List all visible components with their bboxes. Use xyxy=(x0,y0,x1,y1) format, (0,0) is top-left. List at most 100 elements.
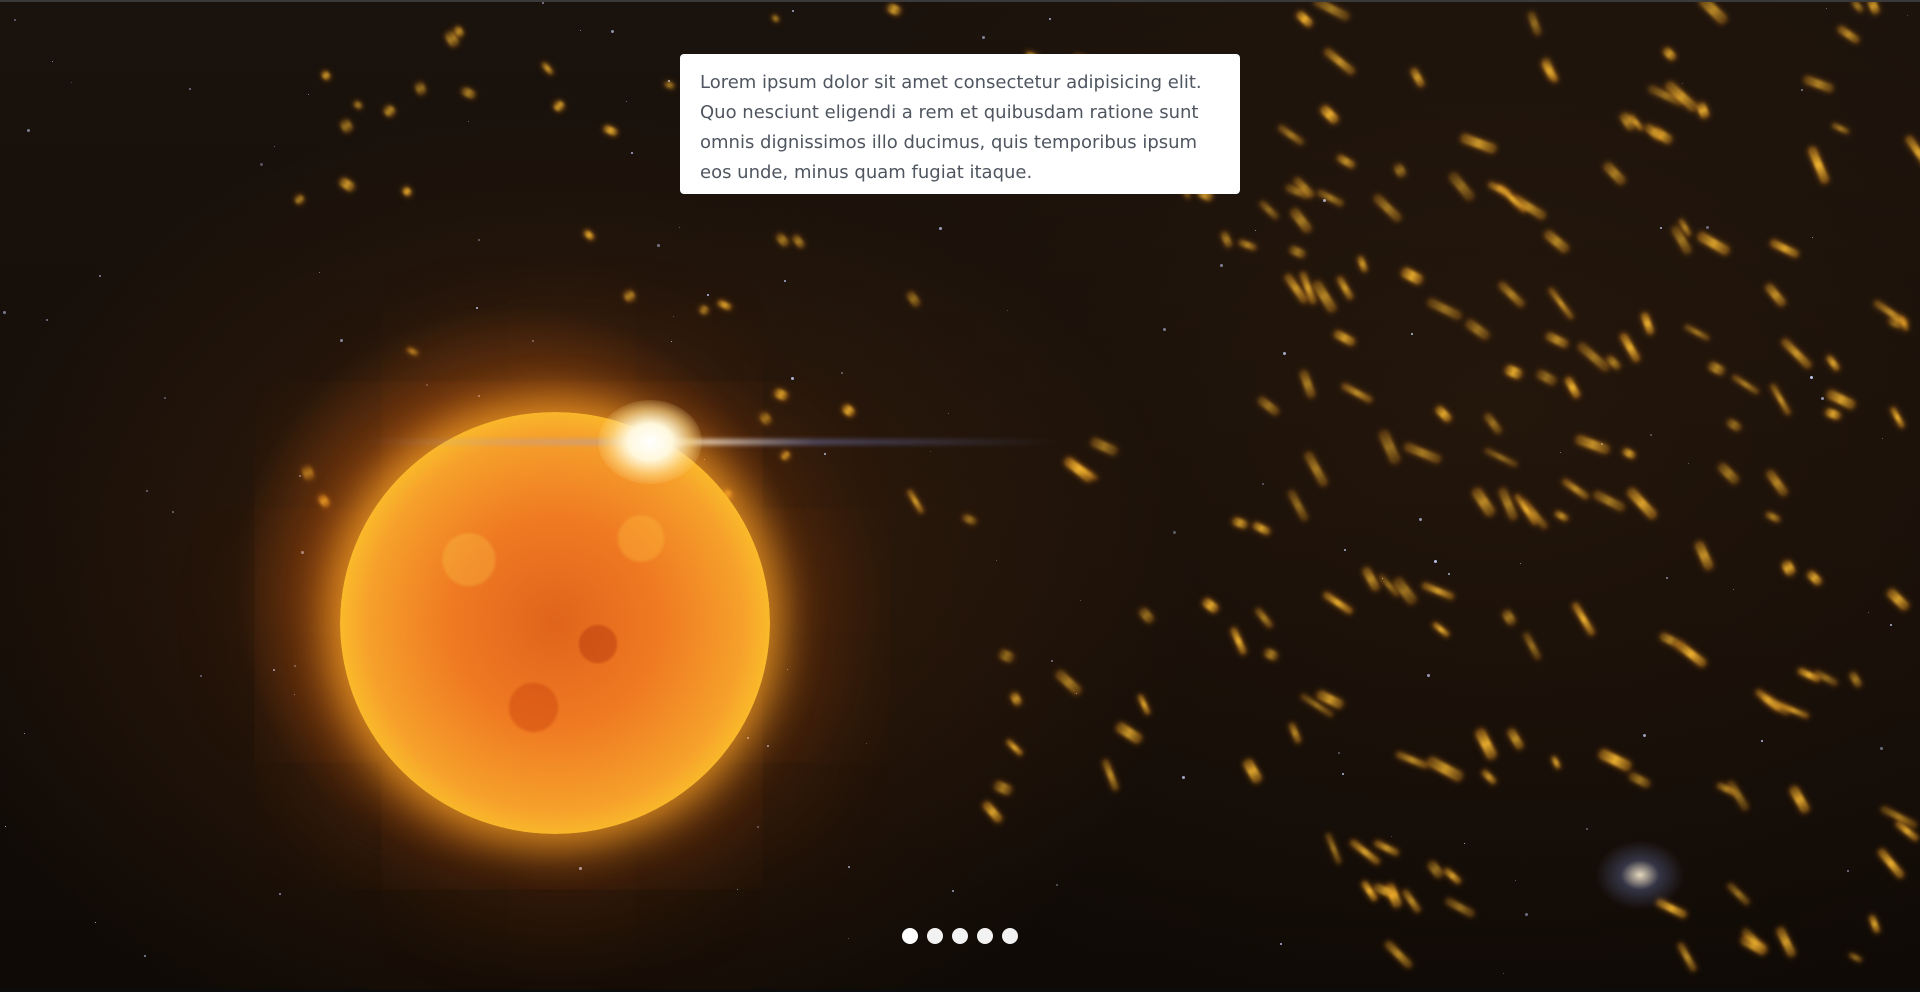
particle xyxy=(1298,369,1317,399)
particle xyxy=(1563,375,1582,400)
particle xyxy=(1553,509,1570,523)
particle xyxy=(1254,606,1274,630)
particle xyxy=(1426,297,1463,321)
particle xyxy=(1447,170,1476,203)
particle xyxy=(1483,447,1519,468)
particle xyxy=(1399,266,1425,286)
particle xyxy=(1621,447,1637,460)
particle xyxy=(1885,587,1911,612)
particle xyxy=(1725,417,1743,433)
particle xyxy=(352,99,364,111)
particle xyxy=(1764,468,1790,498)
particle xyxy=(1683,323,1711,342)
particle xyxy=(1356,254,1369,274)
particle xyxy=(413,80,428,97)
particle xyxy=(1716,461,1741,486)
particle xyxy=(1114,721,1144,745)
particle xyxy=(1561,477,1590,501)
particle xyxy=(1574,434,1611,455)
particle xyxy=(1294,9,1315,29)
particle xyxy=(1571,601,1596,637)
particle xyxy=(1459,132,1498,155)
particle xyxy=(1592,489,1626,513)
particle xyxy=(1597,748,1633,772)
particle xyxy=(1137,606,1156,625)
particle xyxy=(1316,188,1345,208)
particle xyxy=(997,648,1016,664)
particle xyxy=(992,779,1014,797)
particle xyxy=(1674,639,1708,669)
particle xyxy=(1318,103,1341,126)
particle xyxy=(460,86,477,100)
particle xyxy=(1780,559,1797,577)
slider-dot-1[interactable] xyxy=(902,928,918,944)
particle xyxy=(1601,160,1628,187)
particle xyxy=(1311,279,1338,314)
particle xyxy=(1425,755,1465,783)
particle xyxy=(1764,510,1782,524)
particle xyxy=(1824,407,1842,421)
particle xyxy=(1697,2,1729,26)
particle xyxy=(551,98,567,114)
particle xyxy=(1696,230,1731,257)
particle xyxy=(1361,565,1381,593)
particle xyxy=(1383,939,1414,970)
particle xyxy=(382,103,397,119)
particle xyxy=(1807,145,1830,185)
particle xyxy=(716,299,733,311)
slider-dot-3[interactable] xyxy=(952,928,968,944)
particle xyxy=(1401,888,1422,914)
particle xyxy=(1480,768,1498,786)
particle xyxy=(1303,450,1329,488)
particle xyxy=(1788,784,1811,815)
particle xyxy=(1889,406,1906,429)
particle xyxy=(774,231,791,249)
particle xyxy=(1219,230,1234,249)
particle xyxy=(1231,516,1249,530)
particle xyxy=(1775,925,1797,959)
slider-pagination xyxy=(902,928,1018,944)
particle xyxy=(1904,134,1920,171)
particle xyxy=(337,176,357,193)
particle xyxy=(1054,668,1083,697)
particle xyxy=(663,80,676,90)
particle xyxy=(540,61,555,76)
particle xyxy=(1089,436,1119,457)
particle xyxy=(1288,206,1314,235)
particle xyxy=(885,2,903,17)
particle xyxy=(981,799,1004,825)
particle xyxy=(1847,951,1864,964)
distant-star-glow xyxy=(1595,840,1685,910)
particle xyxy=(1695,101,1711,120)
particle xyxy=(1625,486,1659,521)
particle xyxy=(1763,282,1788,308)
particle xyxy=(1542,228,1571,255)
particle xyxy=(1836,24,1861,45)
particle xyxy=(697,303,711,317)
slider-dot-4[interactable] xyxy=(977,928,993,944)
particle xyxy=(1377,428,1402,466)
particle xyxy=(1062,455,1095,484)
particle xyxy=(906,488,925,515)
particle xyxy=(1332,329,1357,347)
particle xyxy=(320,69,332,82)
particle xyxy=(1470,486,1497,518)
particle xyxy=(1005,738,1024,757)
particle xyxy=(1340,382,1374,404)
particle xyxy=(840,402,857,419)
particle xyxy=(1848,670,1863,689)
particle xyxy=(1442,866,1463,886)
particle xyxy=(1201,596,1220,615)
particle xyxy=(758,410,773,427)
particle xyxy=(1825,388,1857,411)
particle xyxy=(1497,486,1519,522)
particle xyxy=(1830,122,1851,135)
particle xyxy=(1431,621,1451,638)
particle xyxy=(1335,275,1355,301)
slider-dot-2[interactable] xyxy=(927,928,943,944)
particle xyxy=(1506,727,1525,751)
particle xyxy=(1241,757,1264,785)
particle xyxy=(1009,690,1023,708)
particle xyxy=(1866,2,1881,16)
slider-dot-5[interactable] xyxy=(1002,928,1018,944)
